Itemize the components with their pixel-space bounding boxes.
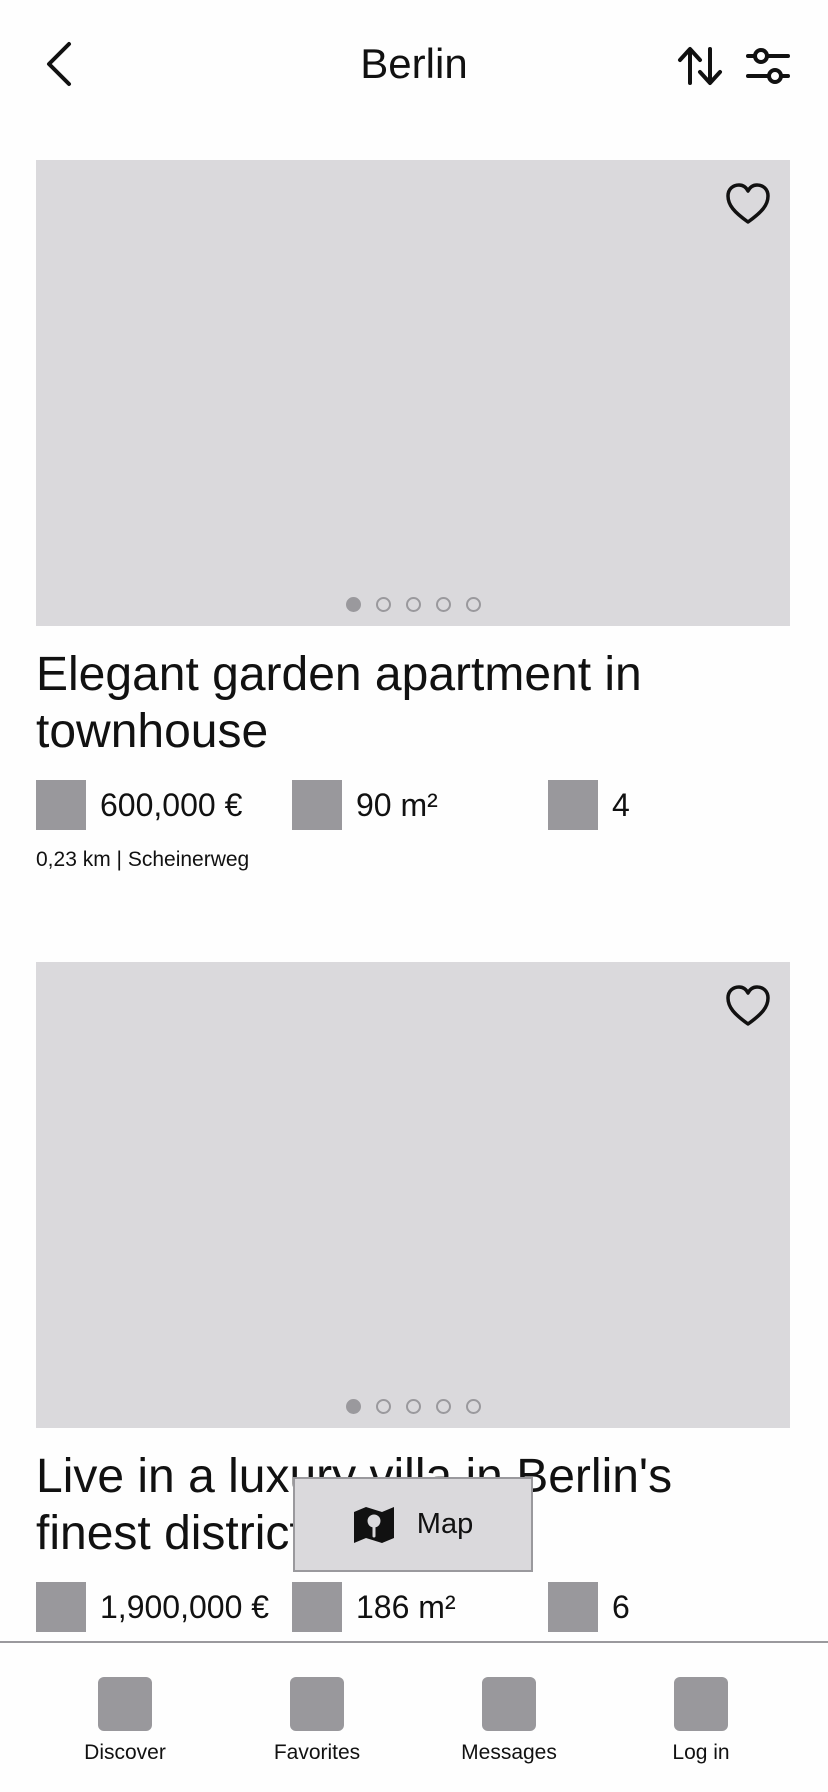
tab-log-in[interactable]: Log in (626, 1677, 776, 1765)
sort-button[interactable] (672, 40, 728, 92)
pagination-dot[interactable] (405, 1399, 421, 1414)
area-stat: 186 m² (292, 1582, 456, 1632)
rooms-icon (548, 1582, 598, 1632)
price-icon (36, 780, 86, 830)
rooms-icon (548, 780, 598, 830)
rooms-stat: 6 (548, 1582, 630, 1632)
area-value: 90 m² (356, 786, 438, 823)
rooms-stat: 4 (548, 780, 630, 830)
favorite-button[interactable] (724, 982, 772, 1030)
pagination-dot[interactable] (435, 597, 451, 612)
messages-icon (482, 1677, 536, 1731)
price-value: 1,900,000 € (100, 1588, 270, 1625)
price-icon (36, 1582, 86, 1632)
pagination-dot[interactable] (375, 1399, 391, 1414)
map-pin-icon (353, 1506, 394, 1543)
pagination-dot[interactable] (375, 597, 391, 612)
area-value: 186 m² (356, 1588, 456, 1625)
listing-photo[interactable] (36, 962, 790, 1428)
pagination-dot[interactable] (465, 597, 481, 612)
pagination-dot[interactable] (345, 597, 361, 612)
app-header: Berlin (0, 0, 828, 130)
tab-messages[interactable]: Messages (434, 1677, 584, 1765)
listing-stats: 600,000 € 90 m² 4 (36, 780, 790, 830)
map-button-label: Map (416, 1508, 474, 1540)
pagination-dot[interactable] (405, 597, 421, 612)
bottom-tab-bar: Discover Favorites Messages Log in (0, 1641, 828, 1792)
heart-icon (726, 985, 770, 1026)
price-stat: 1,900,000 € (36, 1582, 269, 1632)
pagination-dot[interactable] (435, 1399, 451, 1414)
heart-icon (726, 183, 770, 224)
listing-stats: 1,900,000 € 186 m² 6 (36, 1582, 790, 1632)
listing-location: 0,23 km | Scheinerweg (36, 848, 250, 871)
log-in-icon (674, 1677, 728, 1731)
photo-pagination (36, 597, 790, 612)
filter-button[interactable] (742, 40, 794, 92)
map-button[interactable]: Map (293, 1477, 533, 1572)
pagination-dot[interactable] (345, 1399, 361, 1414)
rooms-value: 4 (612, 786, 630, 823)
sort-arrows-icon (678, 47, 722, 85)
rooms-value: 6 (612, 1588, 630, 1625)
price-stat: 600,000 € (36, 780, 242, 830)
tab-label: Log in (672, 1741, 730, 1764)
listing-photo[interactable] (36, 160, 790, 626)
tab-discover[interactable]: Discover (50, 1677, 200, 1765)
tab-label: Messages (461, 1741, 557, 1764)
favorite-button[interactable] (724, 180, 772, 228)
tab-favorites[interactable]: Favorites (242, 1677, 392, 1765)
area-stat: 90 m² (292, 780, 438, 830)
tab-label: Favorites (273, 1741, 361, 1764)
pagination-dot[interactable] (465, 1399, 481, 1414)
discover-icon (98, 1677, 152, 1731)
photo-pagination (36, 1399, 790, 1414)
price-value: 600,000 € (100, 786, 243, 823)
area-icon (292, 780, 342, 830)
listing-title[interactable]: Elegant garden apartment in townhouse (36, 646, 756, 760)
tab-label: Discover (84, 1741, 166, 1764)
favorites-icon (290, 1677, 344, 1731)
area-icon (292, 1582, 342, 1632)
listing-card[interactable]: Elegant garden apartment in townhouse 60… (36, 160, 790, 872)
sliders-icon (746, 48, 790, 84)
